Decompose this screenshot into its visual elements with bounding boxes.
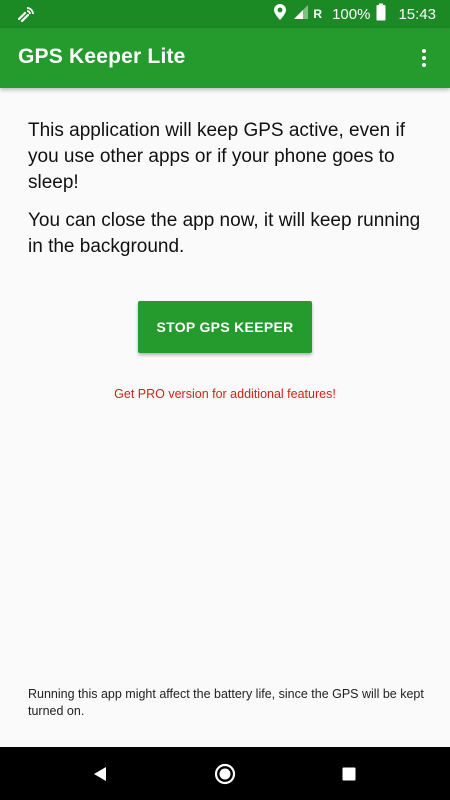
get-pro-link[interactable]: Get PRO version for additional features! — [0, 387, 450, 401]
location-pin-icon — [273, 3, 287, 25]
stop-gps-keeper-button[interactable]: STOP GPS KEEPER — [138, 301, 312, 353]
intro-text: This application will keep GPS active, e… — [28, 120, 406, 193]
app-bar: GPS Keeper Lite — [0, 28, 450, 88]
battery-percent: 100% — [332, 5, 371, 23]
navigation-bar — [0, 747, 450, 800]
status-time: 15:43 — [398, 5, 436, 23]
screen: R 100% 15:43 GPS Keeper Lite This applic… — [0, 0, 450, 800]
network-label: R — [313, 7, 323, 21]
gps-keeper-notification-icon — [16, 5, 36, 23]
recents-icon[interactable] — [336, 761, 362, 787]
background-text: You can close the app now, it will keep … — [28, 210, 421, 257]
status-bar: R 100% 15:43 — [0, 0, 450, 28]
more-vert-icon[interactable] — [410, 44, 438, 72]
battery-icon — [376, 3, 386, 25]
app-title: GPS Keeper Lite — [18, 45, 186, 68]
signal-icon — [293, 4, 309, 24]
status-icons: R 100% 15:43 — [273, 0, 436, 28]
home-icon[interactable] — [212, 761, 238, 787]
battery-note: Running this app might affect the batter… — [28, 687, 424, 718]
back-icon[interactable] — [87, 761, 113, 787]
